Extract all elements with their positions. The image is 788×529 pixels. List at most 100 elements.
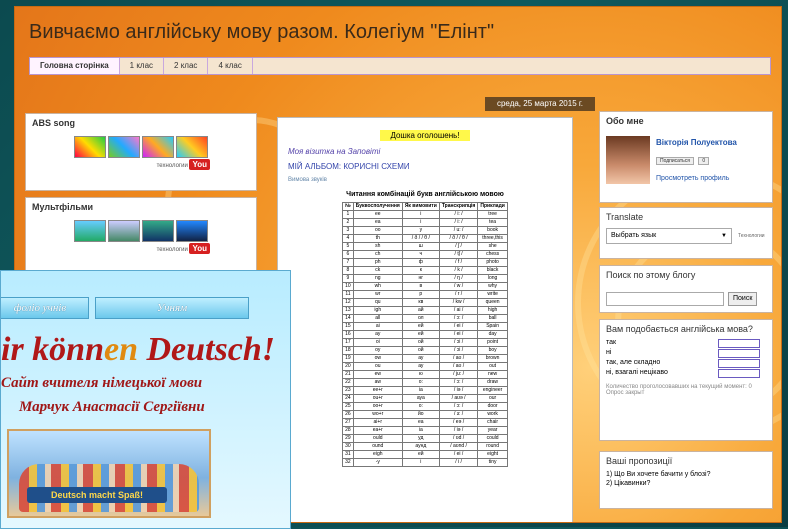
- video-thumbnail[interactable]: [176, 220, 208, 242]
- german-site-screenshot: фоліо учнів Учням ir können Deutsch! Сай…: [0, 270, 291, 529]
- table-cell: нг: [401, 274, 440, 283]
- abc-song-widget: ABS song технологии You: [25, 113, 257, 191]
- table-cell: р: [401, 290, 440, 299]
- language-select[interactable]: Выбрать язык ▼: [606, 228, 732, 244]
- blog-title[interactable]: Вивчаємо англійську мову разом. Колегіум…: [29, 21, 494, 44]
- sounds-link[interactable]: Вимова звуків: [278, 177, 572, 183]
- table-cell: ауа: [401, 394, 440, 403]
- table-cell: ю: [401, 370, 440, 379]
- table-cell: chess: [477, 250, 508, 259]
- table-cell: door: [477, 402, 508, 411]
- table-cell: point: [477, 338, 508, 347]
- table-row: 8 ck к / k / black: [342, 266, 508, 275]
- video-thumbnail[interactable]: [142, 136, 174, 158]
- table-row: 11 wr р / r / write: [342, 290, 508, 299]
- table-row: 6 ch ч / tʃ / chess: [342, 250, 508, 259]
- table-row: 25 oo+r о: / ɔ: / door: [342, 402, 508, 411]
- table-cell: / ɔ: /: [438, 314, 479, 323]
- table-cell: уд: [401, 434, 440, 443]
- table-cell: wo+r: [352, 410, 403, 419]
- youtube-logo[interactable]: технологии You: [26, 243, 256, 254]
- widget-title: Вам подобається англійська мова?: [606, 324, 753, 334]
- avatar[interactable]: [606, 136, 650, 184]
- suggestion-text: 2) Цікавинки?: [606, 480, 651, 487]
- about-me-widget: Обо мне Вікторія Полуектова Подписаться …: [599, 111, 773, 203]
- table-cell: why: [477, 282, 508, 291]
- tab-grade-4[interactable]: 4 клас: [208, 58, 253, 74]
- table-cell: 26: [342, 410, 354, 419]
- table-cell: wh: [352, 282, 403, 291]
- table-cell: у: [401, 226, 440, 235]
- table-cell: eigh: [352, 450, 403, 459]
- table-cell: / ŋ /: [438, 274, 479, 283]
- table-cell: oy: [352, 346, 403, 355]
- youtube-logo[interactable]: технологии You: [26, 159, 256, 170]
- album-link[interactable]: МІЙ АЛЬБОМ: КОРИСНІ СХЕМИ: [278, 162, 572, 171]
- poll-bar: [718, 339, 760, 348]
- table-cell: 2: [342, 218, 354, 227]
- table-cell: 1: [342, 210, 354, 219]
- video-thumbnail[interactable]: [108, 220, 140, 242]
- table-cell: / і: /: [438, 218, 479, 227]
- video-thumbnail[interactable]: [176, 136, 208, 158]
- table-cell: 32: [342, 458, 354, 467]
- table-cell: 17: [342, 338, 354, 347]
- business-card-link[interactable]: Моя візитка на Заповіті: [278, 147, 572, 156]
- table-cell: Spain: [477, 322, 508, 331]
- table-cell: chair: [477, 418, 508, 427]
- table-cell: year: [477, 426, 508, 435]
- table-cell: qu: [352, 298, 403, 307]
- table-cell: 10: [342, 282, 354, 291]
- table-cell: ч: [401, 250, 440, 259]
- notice-board-link[interactable]: Дошка оголошень!: [380, 130, 470, 141]
- video-thumbnail[interactable]: [108, 136, 140, 158]
- table-cell: ow: [352, 354, 403, 363]
- tab-grade-2[interactable]: 2 клас: [164, 58, 209, 74]
- table-row: 4th / ð / / θ / / ð / / θ / three,this: [342, 234, 508, 243]
- table-cell: black: [477, 266, 508, 275]
- table-cell: / aʊ /: [438, 362, 479, 371]
- table-cell: ей: [401, 450, 440, 459]
- table-cell: 14: [342, 314, 354, 323]
- search-input[interactable]: [606, 292, 724, 306]
- video-thumbnail[interactable]: [74, 136, 106, 158]
- table-header-cell: №: [342, 202, 354, 211]
- table-cell: ea+r: [352, 426, 403, 435]
- table-cell: / ð / / θ /: [438, 234, 479, 243]
- table-cell: could: [477, 434, 508, 443]
- students-photo: Deutsch macht Spaß!: [7, 429, 211, 518]
- table-row: 19 ow ау / aʊ / brown: [342, 354, 508, 363]
- translate-widget: Translate Выбрать язык ▼ Технологии: [599, 207, 773, 259]
- portfolio-button[interactable]: фоліо учнів: [1, 297, 89, 319]
- table-cell: ee: [352, 210, 403, 219]
- table-cell: / r /: [438, 290, 479, 299]
- table-cell: write: [477, 290, 508, 299]
- table-cell: new: [477, 370, 508, 379]
- table-cell: all: [352, 314, 403, 323]
- students-button[interactable]: Учням: [95, 297, 249, 319]
- cartoons-widget: Мультфільми технологии You: [25, 197, 257, 275]
- table-row: 1 ee і / і: / tree: [342, 210, 508, 219]
- dropdown-arrow-icon: ▼: [721, 233, 727, 239]
- subscribe-button[interactable]: Подписаться: [656, 157, 694, 165]
- table-cell: tea: [477, 218, 508, 227]
- table-cell: к: [401, 266, 440, 275]
- tab-home[interactable]: Головна сторінка: [30, 58, 120, 74]
- table-cell: / w /: [438, 282, 479, 291]
- table-cell: іа: [401, 386, 440, 395]
- table-cell: 12: [342, 298, 354, 307]
- table-cell: 16: [342, 330, 354, 339]
- tab-grade-1[interactable]: 1 клас: [120, 58, 165, 74]
- poll-widget: Вам подобається англійська мова? так ні …: [599, 319, 773, 441]
- table-cell: 29: [342, 434, 354, 443]
- video-thumbnail[interactable]: [74, 220, 106, 242]
- search-button[interactable]: Поиск: [728, 292, 758, 306]
- table-cell: в: [401, 282, 440, 291]
- headline-part: ir könn: [1, 331, 104, 368]
- table-cell: sh: [352, 242, 403, 251]
- youtube-prefix: технологии: [156, 247, 188, 253]
- table-cell: ee+r: [352, 386, 403, 395]
- table-cell: ай: [401, 306, 440, 315]
- table-cell: tiny: [477, 458, 508, 467]
- video-thumbnail[interactable]: [142, 220, 174, 242]
